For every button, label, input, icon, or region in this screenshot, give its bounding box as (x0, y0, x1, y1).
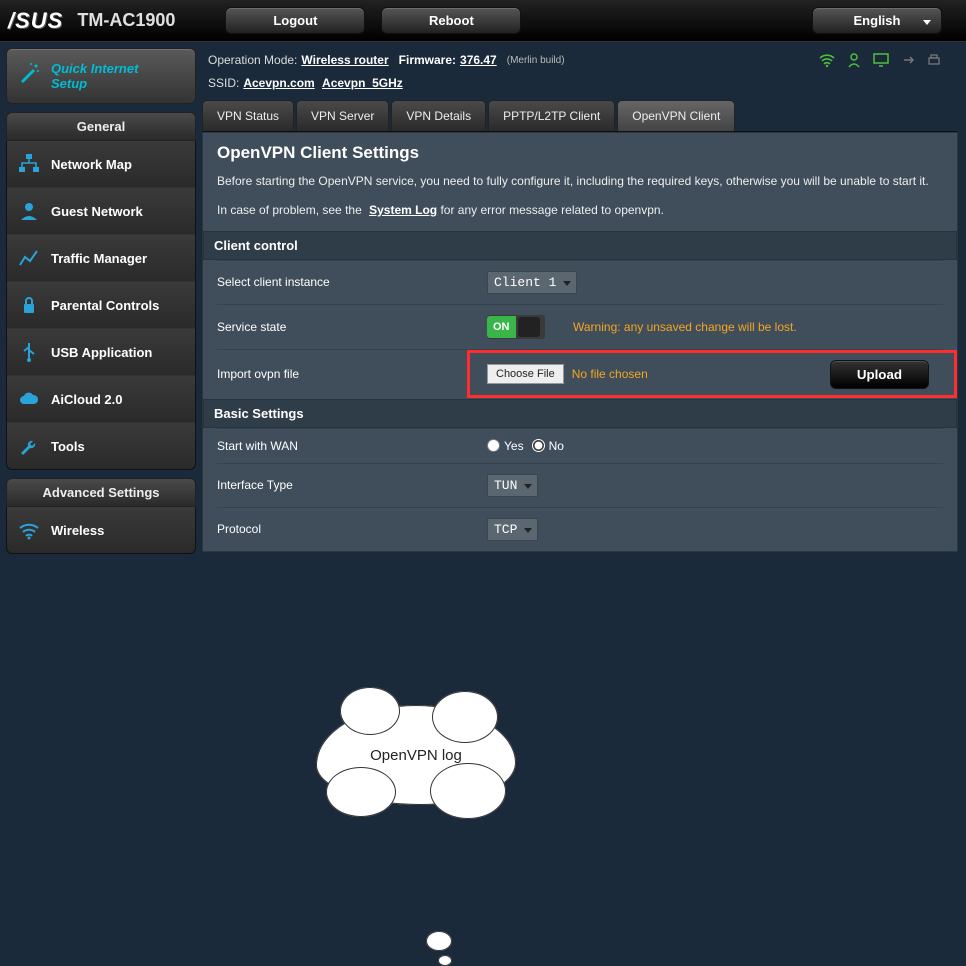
openvpn-client-panel: OpenVPN Client Settings Before starting … (202, 132, 958, 552)
sidebar-item-label: AiCloud 2.0 (51, 392, 123, 407)
cloud-shape: OpenVPN log (316, 705, 516, 805)
wand-icon (17, 61, 41, 85)
sidebar-item-label: Parental Controls (51, 298, 159, 313)
sidebar-item-label: Wireless (51, 523, 104, 538)
sidebar-item-label: Network Map (51, 157, 132, 172)
cloud-tail-1 (426, 931, 452, 951)
op-mode-label: Operation Mode: (208, 53, 297, 67)
client-control-header: Client control (203, 231, 957, 260)
section-header-general: General (6, 112, 196, 141)
usb-status-icon[interactable] (900, 52, 916, 68)
interface-type-label: Interface Type (217, 478, 487, 492)
tools-icon (15, 433, 43, 459)
interface-type-select[interactable]: TUN (487, 474, 538, 497)
info-row-1: Operation Mode: Wireless router Firmware… (202, 48, 958, 72)
panel-desc-1: Before starting the OpenVPN service, you… (217, 173, 943, 190)
panel-desc-2: In case of problem, see the System Log f… (217, 202, 943, 219)
vpn-tabs: VPN Status VPN Server VPN Details PPTP/L… (202, 100, 958, 132)
sidebar-item-label: USB Application (51, 345, 152, 360)
protocol-label: Protocol (217, 522, 487, 536)
model-name: TM-AC1900 (77, 10, 175, 31)
monitor-status-icon[interactable] (872, 52, 890, 68)
ssid-label: SSID: (208, 76, 239, 90)
sidebar-item-aicloud[interactable]: AiCloud 2.0 (7, 376, 195, 423)
section-header-advanced: Advanced Settings (6, 478, 196, 507)
toggle-knob (518, 317, 540, 337)
tab-vpn-server[interactable]: VPN Server (296, 100, 389, 131)
tab-vpn-status[interactable]: VPN Status (202, 100, 294, 131)
sidebar-item-traffic-manager[interactable]: Traffic Manager (7, 235, 195, 282)
fw-label: Firmware: (399, 53, 456, 67)
protocol-select[interactable]: TCP (487, 518, 538, 541)
sidebar-item-tools[interactable]: Tools (7, 423, 195, 469)
brand-logo: /SUS (8, 8, 63, 34)
sidebar: Quick Internet Setup General Network Map… (0, 42, 202, 568)
sidebar-item-usb-application[interactable]: USB Application (7, 329, 195, 376)
sidebar-item-label: Guest Network (51, 204, 143, 219)
sidebar-item-label: Tools (51, 439, 85, 454)
start-with-wan-label: Start with WAN (217, 439, 487, 453)
network-map-icon (15, 151, 43, 177)
tab-vpn-details[interactable]: VPN Details (391, 100, 486, 131)
start-wan-no[interactable]: No (532, 439, 564, 453)
sidebar-item-network-map[interactable]: Network Map (7, 141, 195, 188)
callout-text: OpenVPN log (370, 747, 462, 764)
topbar: /SUS TM-AC1900 Logout Reboot English (0, 0, 966, 42)
upload-button[interactable]: Upload (830, 360, 929, 389)
build-note: (Merlin build) (507, 55, 565, 66)
sidebar-item-label: Traffic Manager (51, 251, 147, 266)
nav-general: Network Map Guest Network Traffic Manage… (6, 141, 196, 470)
fw-link[interactable]: 376.47 (460, 53, 497, 67)
panel-title: OpenVPN Client Settings (217, 143, 943, 163)
parental-controls-icon (15, 292, 43, 318)
import-ovpn-label: Import ovpn file (217, 367, 487, 381)
client-instance-select[interactable]: Client 1 (487, 271, 577, 294)
nav-advanced: Wireless (6, 507, 196, 554)
callout-bubble: OpenVPN log (316, 705, 966, 805)
printer-status-icon[interactable] (926, 52, 942, 68)
content-area: Operation Mode: Wireless router Firmware… (202, 42, 966, 568)
qis-label-2: Setup (51, 76, 187, 91)
qis-label-1: Quick Internet (51, 61, 187, 76)
service-state-label: Service state (217, 320, 487, 334)
tab-pptp-l2tp-client[interactable]: PPTP/L2TP Client (488, 100, 615, 131)
start-wan-yes[interactable]: Yes (487, 439, 524, 453)
aicloud-icon (15, 386, 43, 412)
wireless-icon (15, 517, 43, 543)
choose-file-button[interactable]: Choose File (487, 364, 564, 384)
traffic-manager-icon (15, 245, 43, 271)
user-status-icon[interactable] (846, 52, 862, 68)
ssid1-link[interactable]: Acevpn.com (243, 76, 314, 90)
cloud-tail-2 (438, 955, 452, 966)
logout-button[interactable]: Logout (225, 7, 365, 34)
select-client-instance-label: Select client instance (217, 275, 487, 289)
sidebar-item-guest-network[interactable]: Guest Network (7, 188, 195, 235)
wifi-status-icon[interactable] (818, 52, 836, 68)
tab-openvpn-client[interactable]: OpenVPN Client (617, 100, 735, 131)
ssid2-link[interactable]: Acevpn_5GHz (322, 76, 403, 90)
toggle-on-label: ON (487, 316, 516, 338)
info-row-2: SSID: Acevpn.com Acevpn_5GHz (202, 72, 958, 94)
op-mode-link[interactable]: Wireless router (301, 53, 388, 67)
system-log-link[interactable]: System Log (369, 203, 437, 217)
unsaved-warning: Warning: any unsaved change will be lost… (573, 320, 797, 334)
no-file-chosen: No file chosen (572, 367, 648, 381)
quick-internet-setup-button[interactable]: Quick Internet Setup (6, 48, 196, 104)
sidebar-item-parental-controls[interactable]: Parental Controls (7, 282, 195, 329)
basic-settings-header: Basic Settings (203, 399, 957, 428)
usb-application-icon (15, 339, 43, 365)
service-state-toggle[interactable]: ON (487, 315, 545, 339)
reboot-button[interactable]: Reboot (381, 7, 521, 34)
sidebar-item-wireless[interactable]: Wireless (7, 507, 195, 553)
language-select[interactable]: English (812, 7, 942, 34)
guest-network-icon (15, 198, 43, 224)
